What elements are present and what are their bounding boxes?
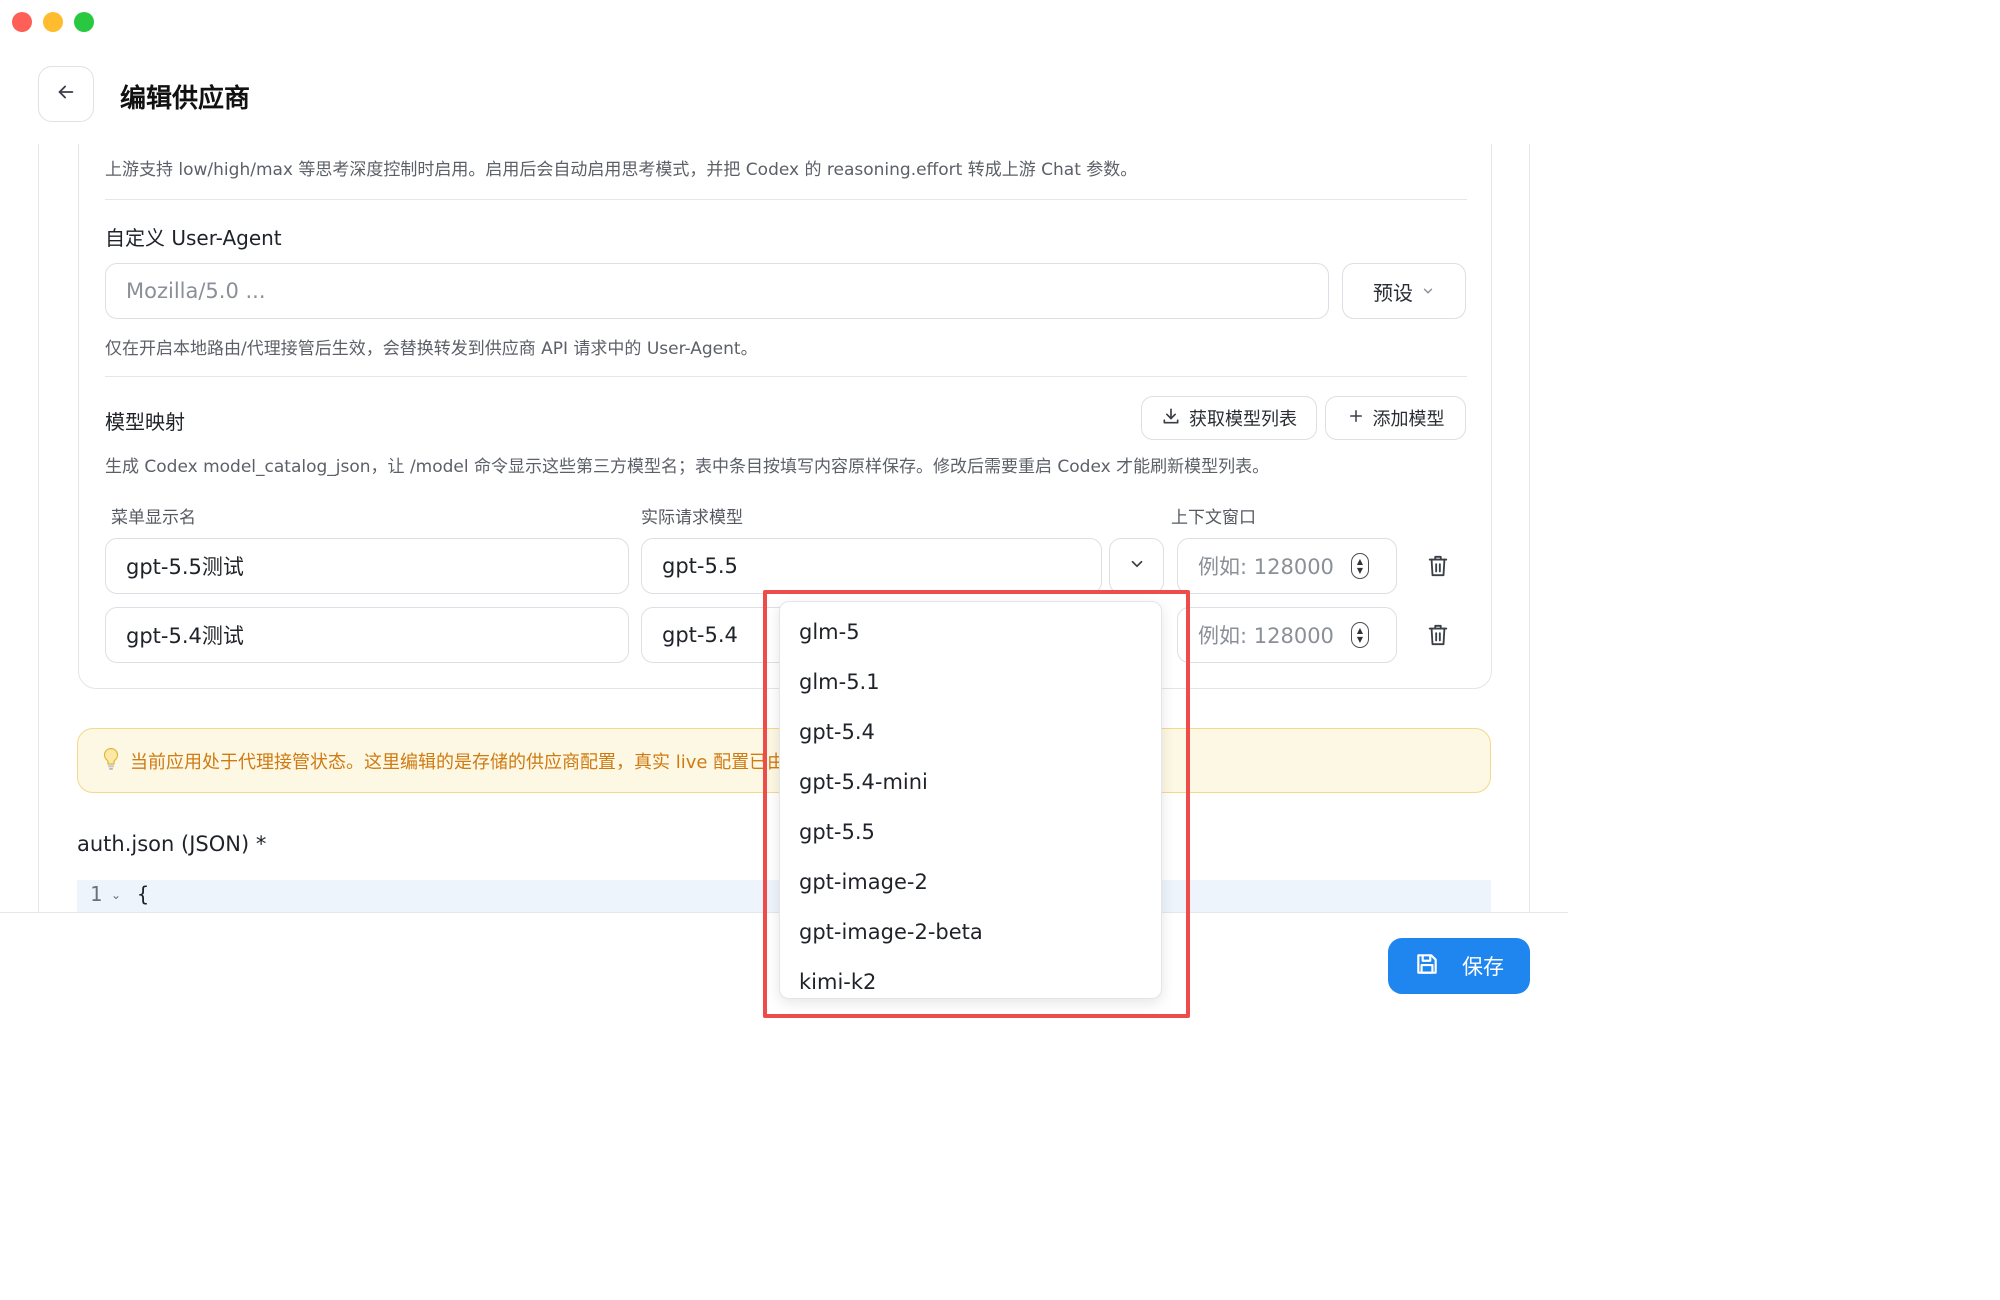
user-agent-input[interactable]: Mozilla/5.0 ... [105, 263, 1329, 319]
dropdown-option[interactable]: gpt-5.4 [799, 720, 875, 744]
preset-dropdown-button[interactable]: 预设 [1342, 263, 1466, 319]
number-stepper-icon[interactable]: ▲ ▼ [1351, 622, 1369, 648]
user-agent-label: 自定义 User-Agent [105, 226, 282, 250]
user-agent-hint: 仅在开启本地路由/代理接管后生效，会替换转发到供应商 API 请求中的 User… [105, 339, 758, 359]
auth-json-label: auth.json (JSON) * [77, 832, 267, 856]
fetch-models-label: 获取模型列表 [1189, 409, 1297, 430]
add-model-label: 添加模型 [1372, 409, 1445, 430]
chevron-down-icon [1128, 555, 1146, 578]
divider [105, 199, 1467, 200]
divider [105, 376, 1467, 377]
model-select-toggle[interactable] [1109, 538, 1164, 594]
save-label: 保存 [1462, 955, 1504, 979]
arrow-left-icon [55, 81, 77, 107]
close-window-button[interactable] [12, 12, 32, 32]
line-number: 1 [90, 882, 103, 906]
model-mapping-hint: 生成 Codex model_catalog_json，让 /model 命令显… [105, 457, 1270, 477]
actual-model-input[interactable]: gpt-5.5 [641, 538, 1102, 594]
dropdown-option[interactable]: gpt-5.4-mini [799, 770, 928, 794]
plus-icon [1347, 407, 1365, 430]
dropdown-option[interactable]: gpt-image-2-beta [799, 920, 983, 944]
display-name-input[interactable]: gpt-5.5测试 [105, 538, 629, 594]
add-model-button[interactable]: 添加模型 [1325, 396, 1466, 440]
trash-icon[interactable] [1425, 552, 1451, 580]
lightbulb-icon [102, 747, 120, 775]
minimize-window-button[interactable] [43, 12, 63, 32]
code-line: { [137, 882, 150, 906]
model-options-dropdown[interactable]: glm-5 glm-5.1 gpt-5.4 gpt-5.4-mini gpt-5… [779, 601, 1162, 999]
proxy-notice-text: 当前应用处于代理接管状态。这里编辑的是存储的供应商配置，真实 live 配置已由 [130, 751, 786, 773]
download-icon [1161, 406, 1181, 431]
preset-label: 预设 [1373, 280, 1413, 305]
save-button[interactable]: 保存 [1388, 938, 1530, 994]
column-header-context-window: 上下文窗口 [1171, 508, 1256, 528]
column-header-actual-model: 实际请求模型 [641, 508, 743, 528]
dropdown-option[interactable]: glm-5 [799, 620, 860, 644]
dropdown-option[interactable]: kimi-k2 [799, 970, 876, 994]
trash-icon[interactable] [1425, 621, 1451, 649]
fold-chevron-icon[interactable]: ⌄ [111, 888, 121, 902]
zoom-window-button[interactable] [74, 12, 94, 32]
number-stepper-icon[interactable]: ▲ ▼ [1351, 553, 1369, 579]
dropdown-option[interactable]: glm-5.1 [799, 670, 880, 694]
reasoning-hint: 上游支持 low/high/max 等思考深度控制时启用。启用后会自动启用思考模… [105, 160, 1138, 180]
save-icon [1414, 951, 1440, 982]
fetch-models-button[interactable]: 获取模型列表 [1141, 396, 1317, 440]
display-name-input[interactable]: gpt-5.4测试 [105, 607, 629, 663]
back-button[interactable] [38, 66, 94, 122]
column-header-display-name: 菜单显示名 [111, 508, 196, 528]
model-mapping-title: 模型映射 [105, 410, 185, 434]
chevron-down-icon [1421, 279, 1435, 303]
app-window: 编辑供应商 上游支持 low/high/max 等思考深度控制时启用。启用后会自… [0, 0, 1568, 1019]
dropdown-option[interactable]: gpt-image-2 [799, 870, 928, 894]
dropdown-option[interactable]: gpt-5.5 [799, 820, 875, 844]
page-title: 编辑供应商 [120, 84, 251, 114]
